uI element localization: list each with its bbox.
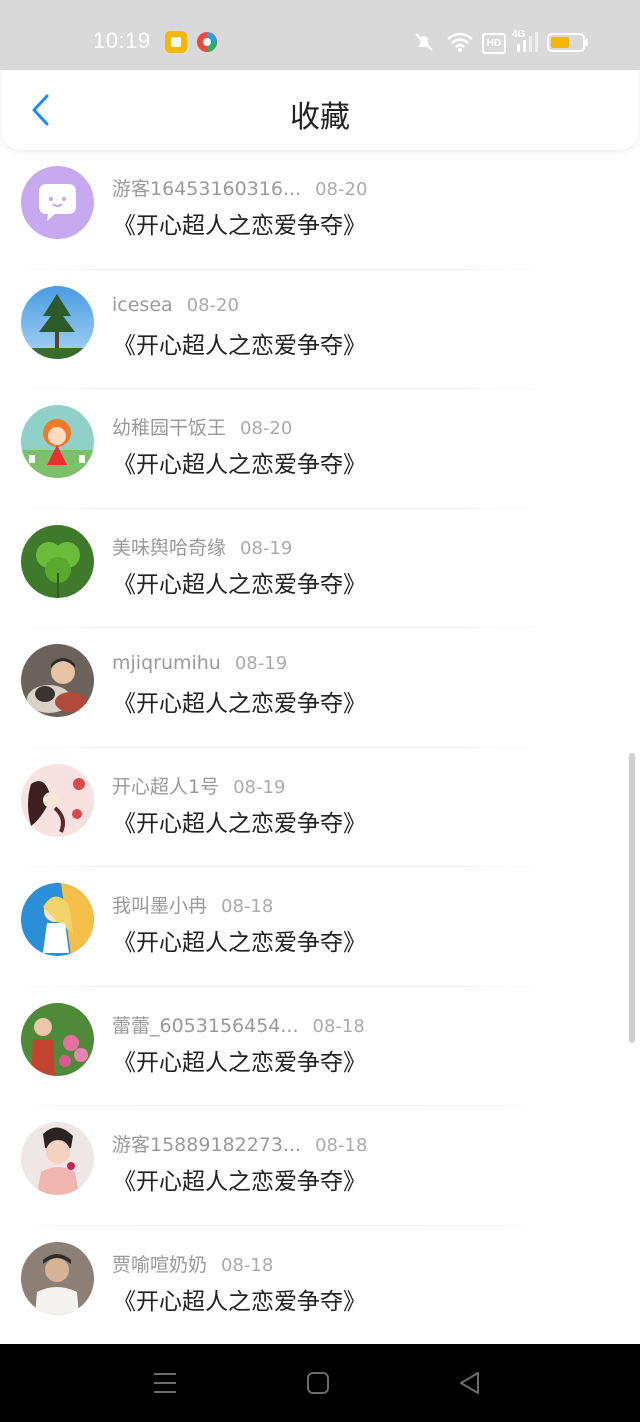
app-header: 收藏	[2, 70, 638, 150]
list-item[interactable]: 幼稚园干饭王 08-20 《开心超人之恋爱争夺》	[0, 389, 640, 509]
list-item[interactable]: icesea 08-20 《开心超人之恋爱争夺》	[0, 270, 640, 389]
date: 08-19	[234, 653, 288, 674]
battery-icon	[547, 33, 588, 52]
date: 08-20	[240, 418, 293, 439]
list-item[interactable]: mjiqrumihu 08-19 《开心超人之恋爱争夺》	[0, 628, 640, 748]
date: 08-18	[221, 1254, 274, 1276]
work-title[interactable]: 《开心超人之恋爱争夺》	[113, 804, 366, 838]
avatar[interactable]	[21, 405, 94, 478]
work-title[interactable]: 《开心超人之恋爱争夺》	[113, 1162, 366, 1196]
avatar[interactable]	[21, 166, 94, 239]
menu-icon[interactable]	[152, 1371, 178, 1395]
hd-badge: HD	[482, 33, 506, 54]
date: 08-18	[221, 896, 274, 917]
date: 08-20	[186, 294, 239, 316]
status-bar: 10:19 HD 4G	[0, 0, 640, 70]
work-title[interactable]: 《开心超人之恋爱争夺》	[113, 326, 366, 360]
status-time: 10:19	[93, 28, 151, 53]
list-item[interactable]: 游客16453160316... 08-20 《开心超人之恋爱争夺》	[0, 150, 640, 270]
username[interactable]: 游客15889182273...	[112, 1134, 301, 1156]
avatar[interactable]	[21, 644, 94, 717]
date: 08-19	[240, 537, 293, 559]
page-title: 收藏	[290, 100, 350, 135]
signal-icon	[517, 32, 538, 52]
date: 08-18	[312, 1015, 365, 1037]
username[interactable]: 游客16453160316...	[112, 178, 301, 200]
list-item[interactable]: 蕾蕾_6053156454... 08-18 《开心超人之恋爱争夺》	[0, 987, 640, 1106]
username[interactable]: 美味舆哈奇缘	[112, 537, 226, 559]
date: 08-19	[233, 776, 286, 798]
date: 08-18	[315, 1135, 368, 1156]
work-title[interactable]: 《开心超人之恋爱争夺》	[113, 445, 366, 479]
square-home-icon[interactable]	[306, 1371, 330, 1395]
avatar[interactable]	[21, 1002, 94, 1076]
work-title[interactable]: 《开心超人之恋爱争夺》	[113, 206, 366, 240]
avatar[interactable]	[21, 763, 94, 837]
work-title[interactable]: 《开心超人之恋爱争夺》	[113, 1282, 366, 1316]
work-title[interactable]: 《开心超人之恋爱争夺》	[113, 1043, 366, 1077]
favorites-list: 游客16453160316... 08-20 《开心超人之恋爱争夺》 icesea…	[0, 150, 640, 1344]
notification-app-icon	[165, 31, 187, 53]
browser-app-icon	[197, 32, 217, 52]
system-nav-bar	[0, 1344, 640, 1422]
triangle-back-icon[interactable]	[458, 1371, 482, 1395]
avatar[interactable]	[21, 1122, 94, 1195]
username[interactable]: mjiqrumihu	[112, 652, 221, 674]
username[interactable]: icesea	[112, 294, 173, 316]
username[interactable]: 贾喻喧奶奶	[112, 1254, 207, 1276]
avatar[interactable]	[21, 883, 94, 956]
work-title[interactable]: 《开心超人之恋爱争夺》	[113, 923, 366, 957]
avatar[interactable]	[21, 285, 94, 359]
list-item[interactable]: 游客15889182273... 08-18 《开心超人之恋爱争夺》	[0, 1106, 640, 1226]
list-item[interactable]: 贾喻喧奶奶 08-18 《开心超人之恋爱争夺》	[0, 1226, 640, 1345]
username[interactable]: 我叫墨小冉	[112, 895, 207, 917]
wifi-icon	[447, 32, 473, 52]
list-item[interactable]: 我叫墨小冉 08-18 《开心超人之恋爱争夺》	[0, 867, 640, 987]
avatar[interactable]	[21, 524, 94, 598]
mute-bell-icon	[415, 33, 433, 51]
username[interactable]: 开心超人1号	[112, 776, 219, 798]
avatar[interactable]	[21, 1241, 94, 1315]
date: 08-20	[315, 179, 368, 200]
username[interactable]: 幼稚园干饭王	[112, 417, 226, 439]
work-title[interactable]: 《开心超人之恋爱争夺》	[113, 684, 366, 718]
list-item[interactable]: 开心超人1号 08-19 《开心超人之恋爱争夺》	[0, 748, 640, 867]
work-title[interactable]: 《开心超人之恋爱争夺》	[113, 565, 366, 599]
list-item[interactable]: 美味舆哈奇缘 08-19 《开心超人之恋爱争夺》	[0, 509, 640, 628]
username[interactable]: 蕾蕾_6053156454...	[112, 1015, 299, 1037]
scrollbar[interactable]	[629, 753, 635, 1043]
